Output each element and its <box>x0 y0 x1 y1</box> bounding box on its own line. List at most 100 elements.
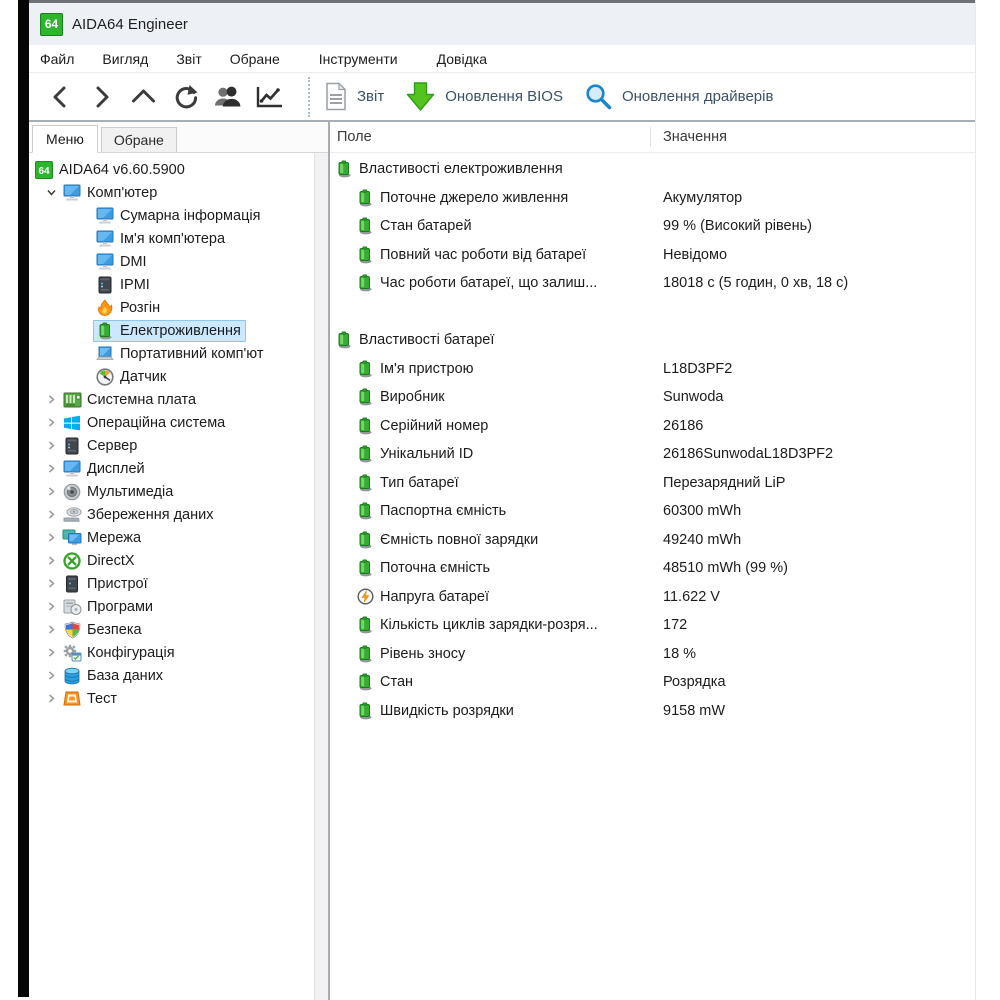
chevron-right-icon[interactable] <box>42 601 60 612</box>
menu-favorites[interactable]: Обране <box>228 48 282 70</box>
menu-help[interactable]: Довідка <box>435 48 489 70</box>
chevron-right-icon[interactable] <box>42 440 60 451</box>
chevron-right-icon[interactable] <box>42 647 60 658</box>
chevron-right-icon[interactable] <box>42 394 60 405</box>
tree-entry-power-management[interactable]: Електроживлення <box>93 320 246 342</box>
battery-icon <box>357 417 374 435</box>
up-icon[interactable] <box>128 83 159 110</box>
sidebar-scrollbar[interactable] <box>314 153 328 1000</box>
refresh-icon[interactable] <box>170 83 201 110</box>
field-label: Швидкість розрядки <box>380 703 514 719</box>
row-full-battery-runtime[interactable]: Повний час роботи від батареїНевідомо <box>330 241 975 270</box>
tree-entry-sensor[interactable]: Датчик <box>93 366 171 388</box>
tree-entry-database[interactable]: База даних <box>60 665 168 687</box>
svg-text:64: 64 <box>38 166 50 177</box>
tree-label-security: Безпека <box>87 622 142 638</box>
tree-item-display: Дисплей <box>29 457 313 480</box>
menu-tools[interactable]: Інструменти <box>317 48 400 70</box>
driver-update-button[interactable]: Оновлення драйверів <box>584 82 773 111</box>
tree-entry-devices[interactable]: Пристрої <box>60 573 153 595</box>
chevron-right-icon[interactable] <box>42 486 60 497</box>
chevron-right-icon[interactable] <box>42 670 60 681</box>
tree-entry-aida64-root[interactable]: 64AIDA64 v6.60.5900 <box>32 159 190 181</box>
row-unique-id[interactable]: Унікальний ID26186SunwodaL18D3PF2 <box>330 440 975 469</box>
column-header-field[interactable]: Поле <box>330 129 372 145</box>
tree-entry-computer-name[interactable]: Ім'я комп'ютера <box>93 228 230 249</box>
field-value: 26186SunwodaL18D3PF2 <box>663 446 833 462</box>
section-row-power-properties[interactable]: Властивості електроживлення <box>330 155 975 184</box>
column-header-value[interactable]: Значення <box>663 129 727 145</box>
chevron-down-icon[interactable] <box>42 187 60 198</box>
menu-report[interactable]: Звіт <box>174 48 203 70</box>
section-row-battery-properties[interactable]: Властивості батареї <box>330 326 975 355</box>
row-discharge-rate[interactable]: Швидкість розрядки9158 mW <box>330 697 975 726</box>
row-state[interactable]: СтанРозрядка <box>330 668 975 697</box>
back-icon[interactable] <box>44 83 75 110</box>
tree-entry-summary-info[interactable]: Сумарна інформація <box>93 205 265 226</box>
tree-entry-benchmark[interactable]: Тест <box>60 688 122 709</box>
chevron-right-icon[interactable] <box>42 624 60 635</box>
tree-entry-directx[interactable]: DirectX <box>60 550 140 572</box>
menu-view[interactable]: Вигляд <box>100 48 150 70</box>
tab-menu[interactable]: Меню <box>32 125 98 153</box>
chevron-right-icon[interactable] <box>42 555 60 566</box>
row-battery-status[interactable]: Стан батарей99 % (Високий рівень) <box>330 212 975 241</box>
tree-label-portable-computer: Портативний комп'ют <box>120 346 264 362</box>
tree-entry-operating-system[interactable]: Операційна система <box>60 413 230 433</box>
row-design-capacity[interactable]: Паспортна ємність60300 mWh <box>330 497 975 526</box>
battery-icon <box>357 217 374 235</box>
tree-entry-ipmi[interactable]: IPMI <box>93 274 155 296</box>
row-remaining-battery-time[interactable]: Час роботи батареї, що залиш...18018 с (… <box>330 269 975 298</box>
sensor-gauge-icon <box>95 368 115 386</box>
users-icon[interactable] <box>212 83 243 110</box>
row-device-name[interactable]: Ім'я пристроюL18D3PF2 <box>330 355 975 384</box>
field-label: Тип батареї <box>380 475 459 491</box>
field-value: L18D3PF2 <box>663 361 732 377</box>
row-battery-type[interactable]: Тип батареїПерезарядний LiP <box>330 469 975 498</box>
menu-file[interactable]: Файл <box>38 48 76 70</box>
chevron-right-icon[interactable] <box>42 532 60 543</box>
tree-entry-overclock[interactable]: Розгін <box>93 297 165 319</box>
battery-icon <box>357 616 374 634</box>
bios-update-arrow-icon <box>405 81 436 112</box>
row-current-capacity[interactable]: Поточна ємність48510 mWh (99 %) <box>330 554 975 583</box>
tree-entry-programs[interactable]: Програми <box>60 596 158 618</box>
windows-icon <box>62 415 82 431</box>
chevron-right-icon[interactable] <box>42 509 60 520</box>
voltage-icon <box>357 588 374 605</box>
tree-entry-computer[interactable]: Комп'ютер <box>60 182 162 203</box>
row-serial-number[interactable]: Серійний номер26186 <box>330 412 975 441</box>
tree-entry-motherboard[interactable]: Системна плата <box>60 390 201 410</box>
row-manufacturer[interactable]: ВиробникSunwoda <box>330 383 975 412</box>
battery-icon <box>357 274 374 292</box>
line-chart-icon[interactable] <box>254 83 285 110</box>
chevron-right-icon[interactable] <box>42 463 60 474</box>
tree-entry-display[interactable]: Дисплей <box>60 458 150 479</box>
battery-icon <box>357 388 374 406</box>
tree-entry-multimedia[interactable]: Мультимедіа <box>60 481 178 503</box>
toolbar-actions-group: Звіт Оновлення BIOS Оновлення драйверів <box>324 81 794 112</box>
row-battery-voltage[interactable]: Напруга батареї11.622 V <box>330 583 975 612</box>
report-button[interactable]: Звіт <box>324 82 384 111</box>
chevron-right-icon[interactable] <box>42 578 60 589</box>
chevron-right-icon[interactable] <box>42 693 60 704</box>
row-charge-discharge-cycles[interactable]: Кількість циклів зарядки-розря...172 <box>330 611 975 640</box>
tree-entry-config[interactable]: Конфігурація <box>60 642 180 664</box>
tab-favorites[interactable]: Обране <box>101 127 177 152</box>
row-current-power-source[interactable]: Поточне джерело живленняАкумулятор <box>330 184 975 213</box>
row-wear-level[interactable]: Рівень зносу18 % <box>330 640 975 669</box>
forward-icon[interactable] <box>86 83 117 110</box>
computer-name-icon <box>95 230 115 247</box>
tree-entry-dmi[interactable]: DMI <box>93 251 152 272</box>
bios-update-button[interactable]: Оновлення BIOS <box>405 81 563 112</box>
tree-entry-portable-computer[interactable]: Портативний комп'ют <box>93 343 269 364</box>
tree-entry-security[interactable]: Безпека <box>60 619 147 641</box>
tree-entry-server[interactable]: Сервер <box>60 435 142 457</box>
aida64-logo-icon: 64 <box>34 161 54 179</box>
sidebar-tabs: МенюОбране <box>29 122 328 153</box>
column-divider[interactable] <box>650 127 651 147</box>
tree-entry-data-storage[interactable]: Збереження даних <box>60 504 218 525</box>
chevron-right-icon[interactable] <box>42 417 60 428</box>
tree-entry-network[interactable]: Мережа <box>60 527 146 548</box>
row-full-charge-capacity[interactable]: Ємність повної зарядки49240 mWh <box>330 526 975 555</box>
